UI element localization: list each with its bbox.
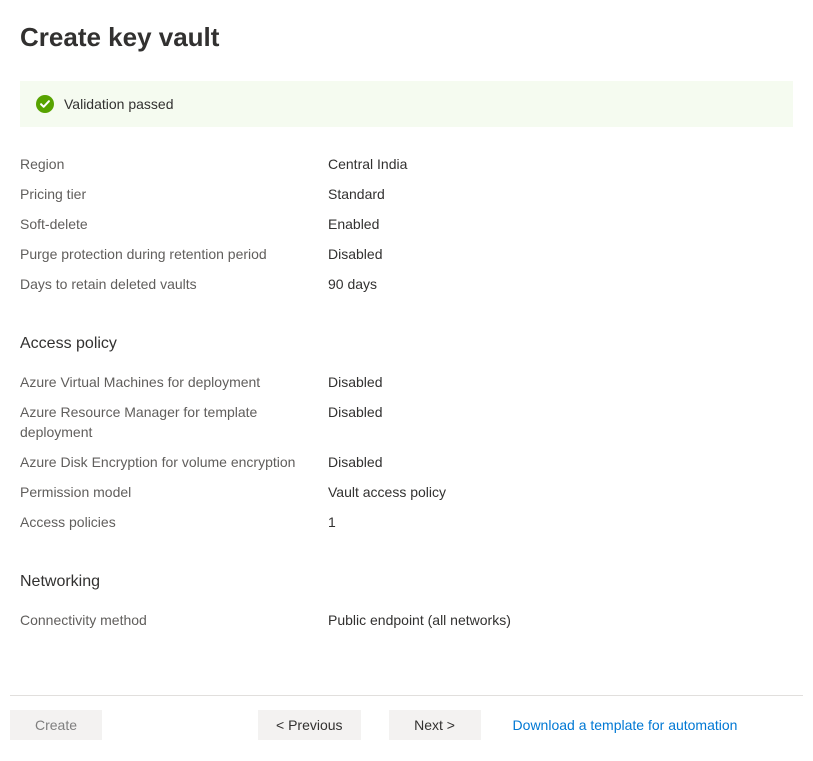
summary-label: Region bbox=[20, 154, 328, 174]
networking-section: Connectivity method Public endpoint (all… bbox=[20, 605, 793, 635]
summary-label: Azure Disk Encryption for volume encrypt… bbox=[20, 452, 328, 472]
summary-row: Days to retain deleted vaults 90 days bbox=[20, 269, 793, 299]
summary-row: Connectivity method Public endpoint (all… bbox=[20, 605, 793, 635]
validation-banner: Validation passed bbox=[20, 81, 793, 127]
summary-label: Pricing tier bbox=[20, 184, 328, 204]
summary-row: Azure Virtual Machines for deployment Di… bbox=[20, 367, 793, 397]
create-button[interactable]: Create bbox=[10, 710, 102, 740]
summary-value: Central India bbox=[328, 154, 407, 174]
summary-label: Connectivity method bbox=[20, 610, 328, 630]
summary-label: Azure Virtual Machines for deployment bbox=[20, 372, 328, 392]
summary-label: Access policies bbox=[20, 512, 328, 532]
access-policy-section: Azure Virtual Machines for deployment Di… bbox=[20, 367, 793, 537]
access-policy-header: Access policy bbox=[20, 335, 793, 353]
check-circle-icon bbox=[36, 95, 54, 113]
summary-row: Permission model Vault access policy bbox=[20, 477, 793, 507]
summary-row: Purge protection during retention period… bbox=[20, 239, 793, 269]
summary-value: 1 bbox=[328, 512, 336, 532]
summary-value: Disabled bbox=[328, 372, 382, 392]
footer-bar: Create < Previous Next > Download a temp… bbox=[10, 695, 803, 754]
summary-row: Azure Disk Encryption for volume encrypt… bbox=[20, 447, 793, 477]
summary-row: Pricing tier Standard bbox=[20, 179, 793, 209]
summary-label: Purge protection during retention period bbox=[20, 244, 328, 264]
summary-label: Azure Resource Manager for template depl… bbox=[20, 402, 328, 442]
previous-button[interactable]: < Previous bbox=[258, 710, 361, 740]
summary-value: Standard bbox=[328, 184, 385, 204]
download-template-link[interactable]: Download a template for automation bbox=[513, 717, 738, 733]
summary-value: Disabled bbox=[328, 402, 382, 422]
summary-value: 90 days bbox=[328, 274, 377, 294]
summary-label: Soft-delete bbox=[20, 214, 328, 234]
summary-value: Vault access policy bbox=[328, 482, 446, 502]
next-button[interactable]: Next > bbox=[389, 710, 481, 740]
summary-label: Days to retain deleted vaults bbox=[20, 274, 328, 294]
summary-value: Disabled bbox=[328, 452, 382, 472]
page-title: Create key vault bbox=[20, 22, 793, 53]
summary-value: Public endpoint (all networks) bbox=[328, 610, 511, 630]
summary-label: Permission model bbox=[20, 482, 328, 502]
basics-section: Region Central India Pricing tier Standa… bbox=[20, 149, 793, 299]
networking-header: Networking bbox=[20, 573, 793, 591]
summary-row: Access policies 1 bbox=[20, 507, 793, 537]
summary-value: Enabled bbox=[328, 214, 379, 234]
summary-value: Disabled bbox=[328, 244, 382, 264]
summary-row: Region Central India bbox=[20, 149, 793, 179]
validation-message: Validation passed bbox=[64, 96, 173, 112]
summary-row: Azure Resource Manager for template depl… bbox=[20, 397, 793, 447]
summary-row: Soft-delete Enabled bbox=[20, 209, 793, 239]
